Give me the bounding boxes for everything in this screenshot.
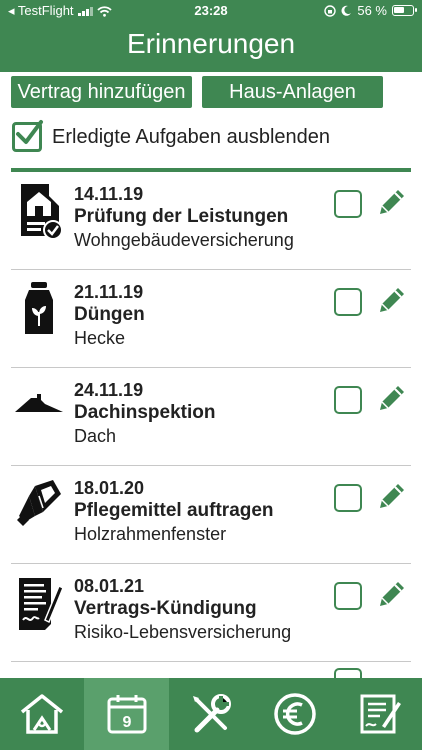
pencil-icon[interactable]: [376, 186, 408, 218]
status-bar: ◂ TestFlight 23:28 56 %: [0, 0, 422, 22]
pencil-icon[interactable]: [376, 480, 408, 512]
task-object: Wohngebäudeversicherung: [74, 230, 294, 250]
pencil-icon[interactable]: [376, 382, 408, 414]
add-contract-button[interactable]: Vertrag hinzufügen: [11, 76, 192, 108]
task-done-checkbox[interactable]: [334, 190, 362, 218]
tab-calendar[interactable]: 9: [84, 678, 169, 750]
calendar-icon: 9: [107, 695, 147, 734]
battery-percent: 56 %: [357, 3, 387, 18]
task-date: 14.11.19: [74, 184, 144, 204]
orientation-lock-icon: [324, 4, 337, 17]
task-done-checkbox[interactable]: [334, 386, 362, 414]
pencil-icon[interactable]: [376, 578, 408, 610]
task-row[interactable]: 14.11.19 Prüfung der Leistungen Wohngebä…: [11, 172, 411, 270]
euro-icon: [274, 693, 317, 735]
tab-notes[interactable]: [338, 678, 422, 750]
hide-done-checkbox[interactable]: [12, 120, 43, 152]
checkmark-icon: [16, 120, 43, 144]
fertilizer-bag-icon: [25, 282, 53, 334]
hide-done-toggle[interactable]: Erledigte Aufgaben ausblenden: [12, 120, 331, 152]
tab-home[interactable]: [0, 678, 84, 750]
header-bar: ◂ TestFlight 23:28 56 % Erinnerungen: [0, 0, 422, 72]
task-date: 21.11.19: [74, 282, 144, 302]
tab-tools[interactable]: [169, 678, 253, 750]
task-name: Prüfung der Leistungen: [74, 206, 289, 227]
task-done-checkbox[interactable]: [334, 668, 362, 678]
task-done-checkbox[interactable]: [334, 288, 362, 316]
contract-sign-icon: [19, 578, 63, 630]
task-done-checkbox[interactable]: [334, 484, 362, 512]
task-date: 18.01.20: [74, 478, 145, 498]
task-row[interactable]: 21.11.19 Düngen Hecke: [11, 270, 411, 368]
battery-icon: [392, 5, 417, 16]
task-list: 14.11.19 Prüfung der Leistungen Wohngebä…: [11, 172, 411, 678]
task-name: Vertrags-Kündigung: [74, 598, 257, 619]
status-right: 56 %: [324, 3, 417, 18]
task-row[interactable]: 24.11.19 Dachinspektion Dach: [11, 368, 411, 466]
task-done-checkbox[interactable]: [334, 582, 362, 610]
house-document-icon: [21, 184, 63, 240]
task-object: Risiko-Lebensversicherung: [74, 622, 292, 642]
paint-tube-icon: [17, 480, 61, 526]
page-title: Erinnerungen: [126, 28, 296, 59]
task-name: Pflegemittel auftragen: [74, 500, 274, 521]
pencil-icon[interactable]: [376, 284, 408, 316]
hide-done-label: Erledigte Aufgaben ausblenden: [52, 125, 331, 148]
task-object: Holzrahmenfenster: [74, 524, 227, 544]
task-date: 24.11.19: [74, 380, 144, 400]
task-row[interactable]: [11, 662, 411, 678]
calendar-day: 9: [122, 714, 131, 731]
task-row[interactable]: 08.01.21 Vertrags-Kündigung Risiko-Leben…: [11, 564, 411, 662]
task-object: Hecke: [74, 328, 126, 348]
notes-icon: [360, 694, 401, 734]
roof-icon: [15, 394, 63, 412]
moon-icon: [341, 5, 352, 16]
task-name: Düngen: [74, 304, 145, 325]
home-icon: [21, 694, 64, 734]
task-row[interactable]: 18.01.20 Pflegemittel auftragen Holzrahm…: [11, 466, 411, 564]
house-assets-button[interactable]: Haus-Anlagen: [202, 76, 383, 108]
task-object: Dach: [74, 426, 117, 446]
tab-finances[interactable]: [253, 678, 337, 750]
tab-bar: 9: [0, 678, 422, 750]
task-name: Dachinspektion: [74, 402, 216, 423]
task-date: 08.01.21: [74, 576, 145, 596]
tools-icon: [193, 694, 232, 733]
